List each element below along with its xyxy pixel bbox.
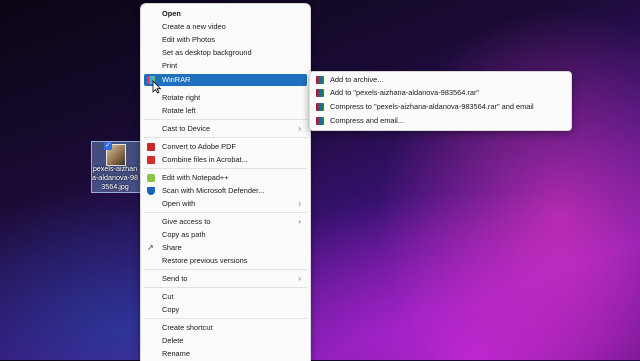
menu-item-notepadpp[interactable]: Edit with Notepad++ xyxy=(144,172,307,184)
share-icon: ↗ xyxy=(147,243,154,252)
menu-item-open[interactable]: Open xyxy=(144,8,307,20)
menu-item-label: Cast to Device xyxy=(162,124,211,133)
submenu-item-label: Add to archive... xyxy=(330,75,384,84)
winrar-icon xyxy=(316,117,324,125)
checkbox-icon[interactable]: ✓ xyxy=(104,142,112,150)
chevron-right-icon: › xyxy=(298,199,301,208)
menu-separator xyxy=(144,119,307,120)
desktop-file-label: pexels-aizhana-aldanova-983564.jpg xyxy=(92,164,138,191)
defender-shield-icon xyxy=(147,187,155,195)
submenu-item-label: Compress to "pexels-aizhana-aldanova-983… xyxy=(330,102,534,111)
submenu-item-add-to-archive[interactable]: Add to archive... xyxy=(313,74,568,86)
chevron-right-icon: › xyxy=(298,124,301,133)
menu-item-label: Copy xyxy=(162,305,180,314)
menu-item-label: Print xyxy=(162,61,178,70)
notepad-plus-plus-icon xyxy=(147,174,155,182)
menu-item-print[interactable]: Print xyxy=(144,60,307,72)
menu-item-combine-acrobat[interactable]: Combine files in Acrobat... xyxy=(144,154,307,166)
menu-item-convert-pdf[interactable]: Convert to Adobe PDF xyxy=(144,141,307,153)
menu-item-share[interactable]: ↗ Share xyxy=(144,242,307,254)
menu-item-defender-scan[interactable]: Scan with Microsoft Defender... xyxy=(144,185,307,197)
menu-item-rotate-left[interactable]: Rotate left xyxy=(144,105,307,117)
menu-item-give-access[interactable]: Give access to › xyxy=(144,216,307,228)
menu-separator xyxy=(144,287,307,288)
menu-item-label: Rotate left xyxy=(162,106,196,115)
menu-item-label: Create shortcut xyxy=(162,323,213,332)
menu-item-winrar[interactable]: WinRAR xyxy=(144,74,307,86)
menu-item-create-video[interactable]: Create a new video xyxy=(144,21,307,33)
menu-item-delete[interactable]: Delete xyxy=(144,335,307,347)
menu-item-copy[interactable]: Copy xyxy=(144,304,307,316)
submenu-item-add-to-rar[interactable]: Add to "pexels-aizhana-aldanova-983564.r… xyxy=(313,87,568,99)
menu-item-create-shortcut[interactable]: Create shortcut xyxy=(144,322,307,334)
submenu-item-label: Compress and email... xyxy=(330,116,404,125)
menu-item-label: Edit with Photos xyxy=(162,35,215,44)
chevron-right-icon: › xyxy=(298,217,301,226)
menu-separator xyxy=(144,269,307,270)
menu-separator xyxy=(144,137,307,138)
menu-item-label: Create a new video xyxy=(162,22,226,31)
menu-separator xyxy=(144,168,307,169)
menu-item-label: Send to xyxy=(162,274,188,283)
menu-item-label: Copy as path xyxy=(162,230,206,239)
menu-item-rotate-right[interactable]: Rotate right xyxy=(144,92,307,104)
menu-item-cast-to-device[interactable]: Cast to Device › xyxy=(144,123,307,135)
menu-item-edit-photos[interactable]: Edit with Photos xyxy=(144,34,307,46)
menu-item-label: Scan with Microsoft Defender... xyxy=(162,186,265,195)
menu-item-send-to[interactable]: Send to › xyxy=(144,273,307,285)
menu-item-cut[interactable]: Cut xyxy=(144,291,307,303)
submenu-item-compress-and-email[interactable]: Compress and email... xyxy=(313,115,568,127)
menu-item-label: Cut xyxy=(162,292,174,301)
menu-item-label: Delete xyxy=(162,336,184,345)
menu-item-label: Rename xyxy=(162,349,190,358)
submenu-item-label: Add to "pexels-aizhana-aldanova-983564.r… xyxy=(330,88,480,97)
menu-item-set-background[interactable]: Set as desktop background xyxy=(144,47,307,59)
menu-item-restore-versions[interactable]: Restore previous versions xyxy=(144,255,307,267)
menu-item-label: Give access to xyxy=(162,217,211,226)
menu-item-label: WinRAR xyxy=(162,75,191,84)
menu-item-label: Rotate right xyxy=(162,93,201,102)
menu-item-label: Open with xyxy=(162,199,196,208)
winrar-submenu: Add to archive... Add to "pexels-aizhana… xyxy=(309,71,572,131)
acrobat-combine-icon xyxy=(147,156,155,164)
context-menu: Open Create a new video Edit with Photos… xyxy=(140,3,311,361)
winrar-icon xyxy=(316,76,324,84)
adobe-pdf-icon xyxy=(147,143,155,151)
menu-separator xyxy=(144,318,307,319)
menu-item-label: Restore previous versions xyxy=(162,256,248,265)
submenu-item-compress-email-rar[interactable]: Compress to "pexels-aizhana-aldanova-983… xyxy=(313,101,568,113)
menu-item-label: Open xyxy=(162,9,181,18)
chevron-right-icon: › xyxy=(298,274,301,283)
menu-item-label: Set as desktop background xyxy=(162,48,252,57)
menu-separator xyxy=(144,212,307,213)
menu-item-label: Combine files in Acrobat... xyxy=(162,155,248,164)
winrar-icon xyxy=(316,89,324,97)
winrar-icon xyxy=(316,103,324,111)
menu-item-label: Convert to Adobe PDF xyxy=(162,142,236,151)
menu-item-copy-as-path[interactable]: Copy as path xyxy=(144,229,307,241)
menu-item-open-with[interactable]: Open with › xyxy=(144,198,307,210)
mouse-cursor-icon xyxy=(152,80,162,94)
menu-item-rename[interactable]: Rename xyxy=(144,348,307,360)
menu-item-label: Share xyxy=(162,243,182,252)
menu-item-label: Edit with Notepad++ xyxy=(162,173,229,182)
